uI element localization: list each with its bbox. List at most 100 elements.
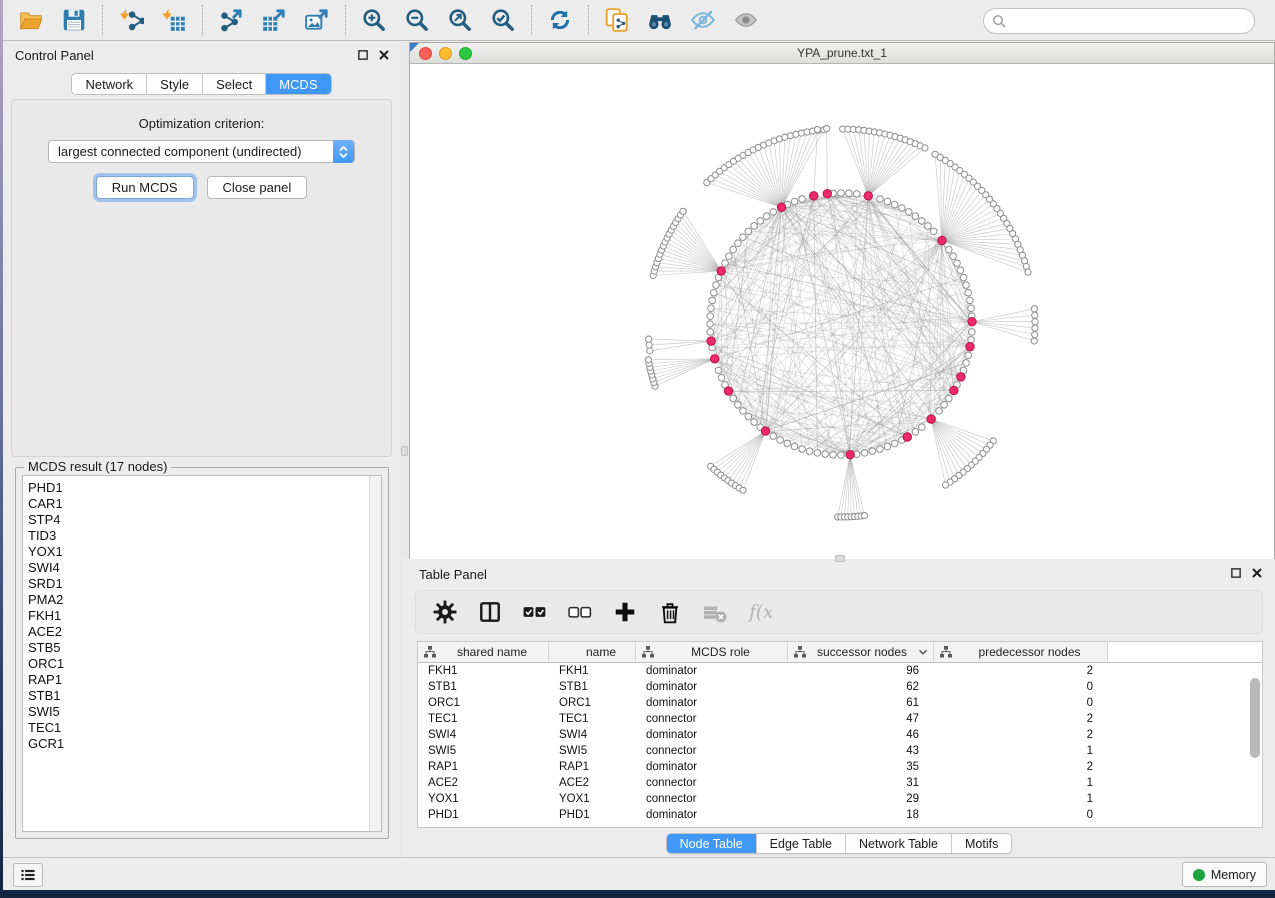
column-header-shared-name[interactable]: shared name (418, 642, 549, 662)
tab-network[interactable]: Network (72, 74, 146, 94)
splitter-grip[interactable] (401, 446, 408, 456)
save-session-button[interactable] (56, 3, 92, 37)
float-panel-icon[interactable] (357, 49, 369, 61)
select-all-button[interactable] (522, 599, 548, 625)
zoom-fit-button[interactable] (442, 3, 478, 37)
table-row[interactable]: PHD1PHD1dominator180 (418, 807, 1262, 823)
svg-text:f(x): f(x) (748, 602, 772, 623)
deselect-all-button[interactable] (567, 599, 593, 625)
close-window-button[interactable] (419, 47, 432, 60)
result-node[interactable]: SWI5 (28, 704, 367, 720)
tab-motifs[interactable]: Motifs (951, 834, 1011, 853)
show-graphics-details-button[interactable] (728, 3, 764, 37)
import-network-button[interactable] (113, 3, 149, 37)
delete-table-button (702, 599, 728, 625)
network-canvas[interactable] (410, 64, 1274, 559)
table-row[interactable]: ACE2ACE2connector311 (418, 775, 1262, 791)
result-list-scrollbar[interactable] (369, 476, 381, 831)
zoom-selected-button[interactable] (485, 3, 521, 37)
result-node[interactable]: GCR1 (28, 736, 367, 752)
status-bar: Memory (3, 857, 1275, 890)
hide-unhide-button[interactable] (685, 3, 721, 37)
tab-select[interactable]: Select (202, 74, 265, 94)
table-row[interactable]: YOX1YOX1connector291 (418, 791, 1262, 807)
mcds-result-title: MCDS result (17 nodes) (24, 459, 171, 474)
tab-mcds[interactable]: MCDS (265, 74, 330, 94)
result-node[interactable]: CAR1 (28, 496, 367, 512)
result-node[interactable]: YOX1 (28, 544, 367, 560)
table-row[interactable]: FKH1FKH1dominator962 (418, 663, 1262, 679)
tab-network-table[interactable]: Network Table (845, 834, 951, 853)
table-row[interactable]: ORC1ORC1dominator610 (418, 695, 1262, 711)
result-node[interactable]: STB1 (28, 688, 367, 704)
table-cell: SWI5 (549, 745, 636, 757)
trash-icon (658, 600, 682, 624)
zoom-in-icon (361, 7, 387, 33)
table-cell: connector (636, 777, 788, 789)
memory-button[interactable]: Memory (1182, 862, 1267, 887)
table-delete-icon (703, 600, 727, 624)
tab-edge-table[interactable]: Edge Table (756, 834, 845, 853)
table-settings-button[interactable] (432, 599, 458, 625)
table-cell: 47 (788, 713, 934, 725)
refresh-layout-button[interactable] (542, 3, 578, 37)
export-table-button[interactable] (256, 3, 292, 37)
import-table-button[interactable] (156, 3, 192, 37)
toolbar-separator (202, 5, 203, 35)
result-node[interactable]: STB5 (28, 640, 367, 656)
export-image-button[interactable] (299, 3, 335, 37)
open-file-button[interactable] (13, 3, 49, 37)
find-button[interactable] (642, 3, 678, 37)
minimize-window-button[interactable] (439, 47, 452, 60)
maximize-window-button[interactable] (459, 47, 472, 60)
result-node[interactable]: SRD1 (28, 576, 367, 592)
search-field[interactable] (983, 8, 1255, 34)
result-node[interactable]: PHD1 (28, 480, 367, 496)
tab-style[interactable]: Style (146, 74, 202, 94)
result-node[interactable]: RAP1 (28, 672, 367, 688)
memory-label: Memory (1211, 868, 1256, 882)
close-panel-icon[interactable] (378, 49, 390, 61)
table-cell: dominator (636, 665, 788, 677)
table-scrollbar[interactable] (1250, 678, 1260, 758)
export-network-button[interactable] (213, 3, 249, 37)
column-header-name[interactable]: name (549, 642, 636, 662)
delete-column-button[interactable] (657, 599, 683, 625)
network-graph[interactable] (410, 64, 1274, 559)
column-header-predecessor-nodes[interactable]: predecessor nodes (934, 642, 1108, 662)
table-row[interactable]: RAP1RAP1dominator352 (418, 759, 1262, 775)
column-type-icon (424, 646, 436, 658)
zoom-in-button[interactable] (356, 3, 392, 37)
result-node[interactable]: ACE2 (28, 624, 367, 640)
result-node[interactable]: FKH1 (28, 608, 367, 624)
control-panel-tabs: NetworkStyleSelectMCDS (3, 73, 400, 95)
zoom-out-button[interactable] (399, 3, 435, 37)
run-mcds-button[interactable]: Run MCDS (96, 176, 194, 199)
add-column-button[interactable] (612, 599, 638, 625)
task-history-button[interactable] (13, 863, 43, 887)
mcds-result-list[interactable]: PHD1CAR1STP4TID3YOX1SWI4SRD1PMA2FKH1ACE2… (22, 475, 382, 832)
table-row[interactable]: TEC1TEC1connector472 (418, 711, 1262, 727)
close-panel-button[interactable]: Close panel (207, 176, 308, 199)
float-table-panel-icon[interactable] (1230, 567, 1242, 579)
result-node[interactable]: TID3 (28, 528, 367, 544)
close-table-panel-icon[interactable] (1251, 567, 1263, 579)
result-node[interactable]: ORC1 (28, 656, 367, 672)
result-node[interactable]: SWI4 (28, 560, 367, 576)
table-row[interactable]: SWI5SWI5connector431 (418, 743, 1262, 759)
table-row[interactable]: SWI4SWI4dominator462 (418, 727, 1262, 743)
check-pair-icon (523, 600, 547, 624)
zoom-out-icon (404, 7, 430, 33)
node-table[interactable]: shared namename MCDS role successor node… (417, 641, 1263, 828)
result-node[interactable]: STP4 (28, 512, 367, 528)
search-input[interactable] (1012, 9, 1254, 33)
result-node[interactable]: TEC1 (28, 720, 367, 736)
toggle-panes-button[interactable] (477, 599, 503, 625)
tab-node-table[interactable]: Node Table (667, 834, 756, 853)
duplicate-network-button[interactable] (599, 3, 635, 37)
criterion-select[interactable]: largest connected component (undirected) (48, 140, 355, 163)
column-header-successor-nodes[interactable]: successor nodes (788, 642, 934, 662)
table-row[interactable]: STB1STB1dominator620 (418, 679, 1262, 695)
column-header-MCDS-role[interactable]: MCDS role (636, 642, 788, 662)
result-node[interactable]: PMA2 (28, 592, 367, 608)
